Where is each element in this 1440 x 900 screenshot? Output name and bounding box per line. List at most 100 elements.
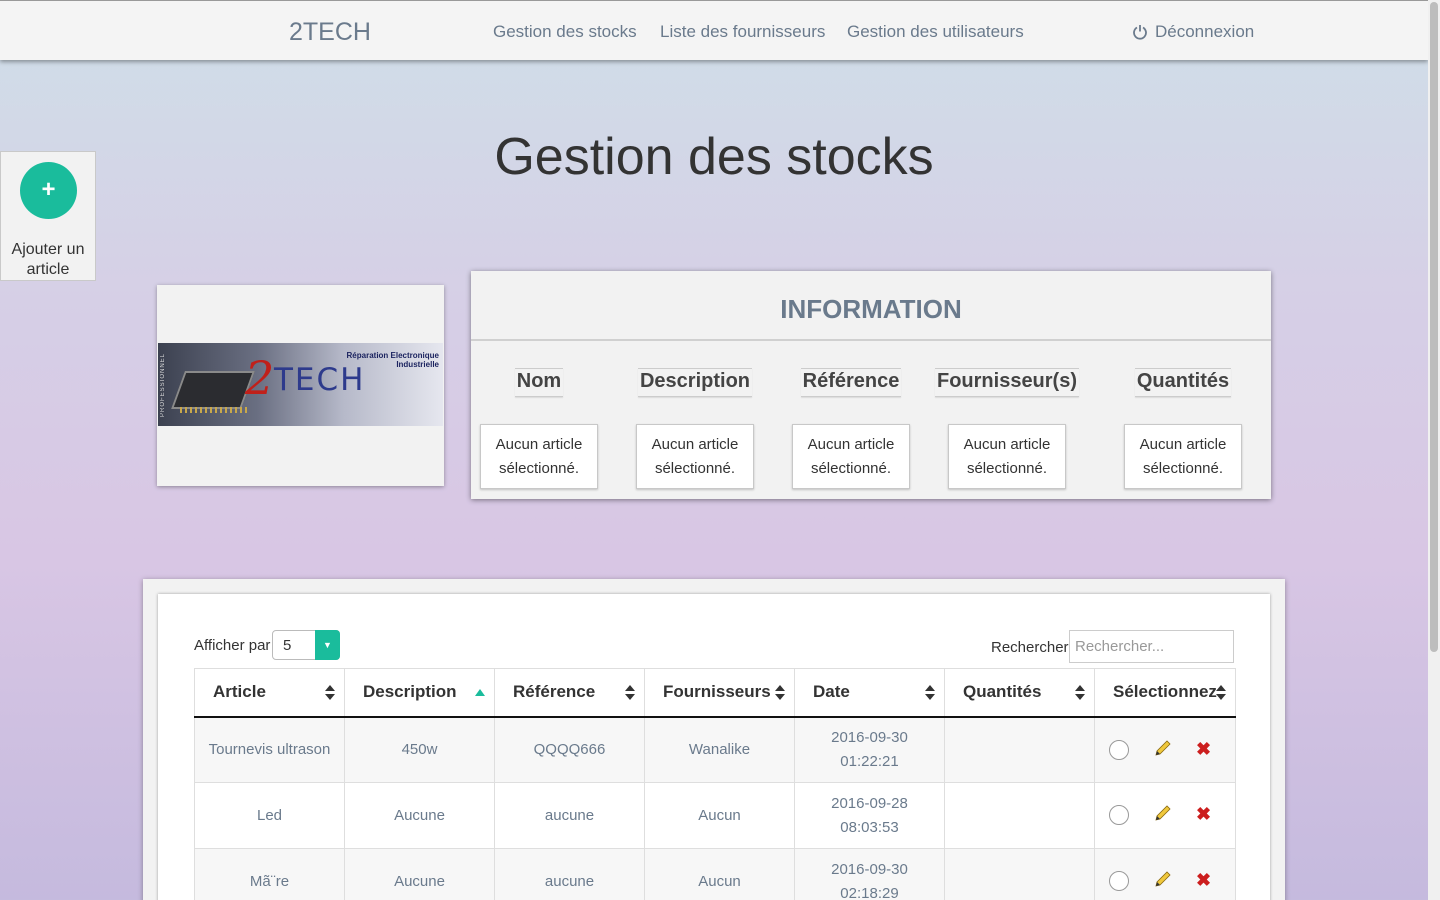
- header-label: Quantités: [963, 682, 1042, 702]
- info-label: Référence: [800, 368, 902, 397]
- company-logo-image: PROFESSIONNEL 2 TECH Réparation Electron…: [158, 343, 443, 426]
- information-header: INFORMATION: [471, 271, 1271, 341]
- page-scrollbar[interactable]: [1428, 0, 1440, 900]
- cell-reference: aucune: [494, 782, 645, 849]
- chip-pins-graphic: [180, 407, 248, 413]
- sort-asc-icon: [475, 689, 485, 696]
- sort-icon: [1075, 685, 1085, 701]
- logo-vertical-text: PROFESSIONNEL: [160, 353, 166, 418]
- column-header-date[interactable]: Date: [794, 668, 945, 718]
- sort-icon: [925, 685, 935, 701]
- info-label: Fournisseur(s): [934, 368, 1080, 397]
- cell-article: Mã¨re: [194, 848, 345, 900]
- date-value: 2016-09-30: [831, 728, 908, 746]
- column-header-description[interactable]: Description: [344, 668, 495, 718]
- logout-link[interactable]: Déconnexion: [1132, 22, 1254, 42]
- column-header-reference[interactable]: Référence: [494, 668, 645, 718]
- cell-actions: ✖: [1094, 848, 1236, 900]
- info-field-fournisseurs: Fournisseur(s) Aucun article sélectionné…: [934, 368, 1080, 489]
- scrollbar-thumb[interactable]: [1430, 2, 1438, 652]
- info-value: Aucun article sélectionné.: [480, 424, 598, 489]
- cell-article: Led: [194, 782, 345, 849]
- cell-date: 2016-09-28 08:03:53: [794, 782, 945, 849]
- sort-icon: [625, 685, 635, 701]
- cell-fournisseurs: Aucun: [644, 782, 795, 849]
- header-label: Article: [213, 682, 266, 702]
- nav-liste-fournisseurs[interactable]: Liste des fournisseurs: [660, 22, 825, 42]
- per-page-select[interactable]: 5 ▼: [272, 630, 340, 660]
- cell-fournisseurs: Wanalike: [644, 716, 795, 783]
- cell-actions: ✖: [1094, 782, 1236, 849]
- info-value: Aucun article sélectionné.: [636, 424, 754, 489]
- table-header-row: Article Description Référence Fournisseu…: [194, 668, 1236, 718]
- top-navbar: 2TECH Gestion des stocks Liste des fourn…: [0, 0, 1428, 60]
- table-row[interactable]: Tournevis ultrason 450w QQQQ666 Wanalike…: [194, 716, 1236, 783]
- search-label: Rechercher:: [991, 639, 1073, 656]
- info-field-reference: Référence Aucun article sélectionné.: [792, 368, 910, 489]
- table-row[interactable]: Led Aucune aucune Aucun 2016-09-28 08:03:…: [194, 782, 1236, 849]
- caret-down-icon[interactable]: ▼: [315, 630, 340, 660]
- cell-article: Tournevis ultrason: [194, 716, 345, 783]
- delete-icon[interactable]: ✖: [1196, 737, 1211, 761]
- table-row[interactable]: Mã¨re Aucune aucune Aucun 2016-09-30 02:1…: [194, 848, 1236, 900]
- search-input[interactable]: [1069, 630, 1234, 663]
- header-label: Référence: [513, 682, 596, 702]
- info-label: Nom: [514, 368, 564, 397]
- cell-description: Aucune: [344, 848, 495, 900]
- date-value: 2016-09-30: [831, 860, 908, 878]
- cell-actions: ✖: [1094, 716, 1236, 783]
- info-field-nom: Nom Aucun article sélectionné.: [480, 368, 598, 489]
- select-radio[interactable]: [1109, 805, 1129, 825]
- delete-icon[interactable]: ✖: [1196, 868, 1211, 892]
- cell-description: Aucune: [344, 782, 495, 849]
- sort-icon: [1216, 685, 1226, 701]
- add-article-label: Ajouter un article: [11, 241, 85, 278]
- info-label: Quantités: [1134, 368, 1232, 397]
- sort-icon: [775, 685, 785, 701]
- time-value: 02:18:29: [840, 884, 899, 900]
- cell-date: 2016-09-30 01:22:21: [794, 716, 945, 783]
- information-panel: INFORMATION Nom Aucun article sélectionn…: [471, 271, 1271, 499]
- cell-quantites: [944, 782, 1095, 849]
- logo-digit: 2: [245, 351, 275, 405]
- info-label: Description: [637, 368, 753, 397]
- info-field-description: Description Aucun article sélectionné.: [636, 368, 754, 489]
- nav-gestion-utilisateurs[interactable]: Gestion des utilisateurs: [847, 22, 1024, 42]
- info-value: Aucun article sélectionné.: [1124, 424, 1242, 489]
- nav-gestion-stocks[interactable]: Gestion des stocks: [493, 22, 637, 42]
- header-label: Description: [363, 682, 457, 702]
- time-value: 01:22:21: [840, 752, 899, 770]
- pencil-icon[interactable]: [1153, 803, 1173, 823]
- chip-graphic: [171, 371, 255, 409]
- column-header-quantites[interactable]: Quantités: [944, 668, 1095, 718]
- stock-table: Article Description Référence Fournisseu…: [194, 668, 1236, 900]
- pencil-icon[interactable]: [1153, 738, 1173, 758]
- information-title: INFORMATION: [780, 294, 962, 324]
- header-label: Sélectionnez: [1113, 682, 1217, 702]
- select-radio[interactable]: [1109, 739, 1129, 760]
- pencil-icon[interactable]: [1153, 869, 1173, 889]
- logo-tagline: Réparation Electronique Industrielle: [346, 351, 439, 369]
- select-radio[interactable]: [1109, 871, 1129, 891]
- company-logo-card: PROFESSIONNEL 2 TECH Réparation Electron…: [157, 285, 444, 486]
- time-value: 08:03:53: [840, 818, 899, 836]
- delete-icon[interactable]: ✖: [1196, 802, 1211, 826]
- info-field-quantites: Quantités Aucun article sélectionné.: [1124, 368, 1242, 489]
- per-page-value: 5: [283, 637, 292, 654]
- column-header-selectionnez[interactable]: Sélectionnez: [1094, 668, 1236, 718]
- header-label: Date: [813, 682, 850, 702]
- cell-quantites: [944, 848, 1095, 900]
- date-value: 2016-09-28: [831, 794, 908, 812]
- cell-fournisseurs: Aucun: [644, 848, 795, 900]
- cell-reference: QQQQ666: [494, 716, 645, 783]
- power-icon: [1133, 25, 1147, 40]
- brand-logo[interactable]: 2TECH: [289, 18, 371, 47]
- cell-description: 450w: [344, 716, 495, 783]
- column-header-article[interactable]: Article: [194, 668, 345, 718]
- sort-icon: [325, 685, 335, 701]
- cell-quantites: [944, 716, 1095, 783]
- column-header-fournisseurs[interactable]: Fournisseurs: [644, 668, 795, 718]
- cell-reference: aucune: [494, 848, 645, 900]
- per-page-label: Afficher par: [194, 637, 271, 654]
- logout-label: Déconnexion: [1155, 22, 1255, 41]
